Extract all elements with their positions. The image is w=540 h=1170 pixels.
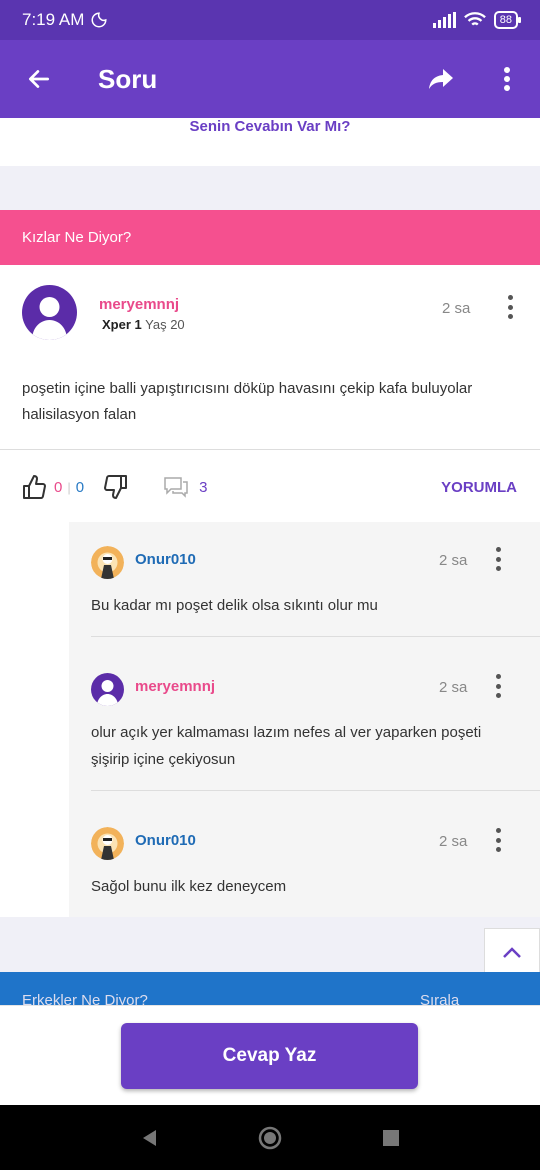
xper-level: Xper 1	[102, 317, 142, 332]
recents-square-icon[interactable]	[382, 1129, 400, 1147]
answer-author-name[interactable]: meryemnnj	[99, 296, 179, 313]
status-bar: 7:19 AM 88	[0, 0, 540, 40]
avatar[interactable]	[91, 827, 124, 860]
comment-more-button[interactable]	[488, 671, 508, 701]
comment-time: 2 sa	[439, 679, 468, 696]
moon-icon	[91, 12, 107, 28]
comment-author-name[interactable]: Onur010	[135, 832, 196, 849]
share-button[interactable]	[408, 40, 474, 118]
comment-text: olur açık yer kalmaması lazım nefes al v…	[91, 724, 482, 768]
answer-prompt-block: Senin Cevabın Var Mı?	[0, 118, 540, 166]
battery-indicator: 88	[493, 11, 522, 29]
signal-icon	[432, 12, 456, 28]
arrow-left-icon	[28, 70, 50, 88]
comment-more-button[interactable]	[488, 544, 508, 574]
scroll-to-top-button[interactable]	[484, 928, 540, 978]
comments-count: 3	[199, 478, 208, 496]
system-navigation-bar	[0, 1105, 540, 1170]
avatar-image-icon	[91, 546, 124, 579]
write-answer-button[interactable]: Cevap Yaz	[121, 1023, 418, 1089]
like-count: 0	[54, 478, 63, 496]
comment-text: Sağol bunu ilk kez deneycem	[91, 878, 287, 895]
more-vertical-icon	[504, 67, 510, 91]
reply-button[interactable]: YORUMLA	[441, 479, 517, 496]
share-icon	[429, 69, 453, 89]
comment-author-name[interactable]: Onur010	[135, 551, 196, 568]
comments-list: Onur010 2 sa Bu kadar mı poşet delik ols…	[69, 522, 540, 917]
divider	[91, 790, 540, 791]
comment-author-name[interactable]: meryemnnj	[135, 678, 215, 695]
divider	[0, 449, 540, 450]
dislike-count: 0	[75, 478, 85, 496]
avatar[interactable]	[91, 546, 124, 579]
thumbs-down-icon[interactable]	[104, 474, 128, 500]
comments-icon[interactable]	[163, 476, 189, 498]
avatar[interactable]	[22, 285, 77, 340]
answer-actions: 0 | 0 3 YORUMLA	[22, 472, 522, 502]
count-separator: |	[67, 479, 71, 495]
thumbs-up-icon[interactable]	[22, 474, 46, 500]
comment-text: Bu kadar mı poşet delik olsa sıkıntı olu…	[91, 597, 378, 614]
comment-time: 2 sa	[439, 833, 468, 850]
answer-card: meryemnnj Xper 1 Yaş 20 2 sa poşetin içi…	[0, 265, 540, 917]
divider	[91, 636, 540, 637]
home-circle-icon[interactable]	[258, 1126, 282, 1150]
user-silhouette-icon	[97, 680, 118, 706]
chevron-up-icon	[503, 947, 521, 958]
bottom-action-bar: Cevap Yaz	[0, 1005, 540, 1105]
girls-section-header: Kızlar Ne Diyor?	[0, 210, 540, 265]
page-title: Soru	[98, 63, 158, 94]
wifi-icon	[463, 12, 486, 26]
avatar[interactable]	[91, 673, 124, 706]
answer-prompt-link[interactable]: Senin Cevabın Var Mı?	[190, 118, 351, 135]
back-button[interactable]	[0, 40, 78, 118]
comment-more-button[interactable]	[488, 825, 508, 855]
author-age: Yaş 20	[145, 317, 185, 332]
answer-time: 2 sa	[442, 300, 471, 317]
avatar-image-icon	[91, 827, 124, 860]
back-triangle-icon[interactable]	[140, 1128, 158, 1148]
status-time: 7:19 AM	[22, 10, 85, 29]
comment-time: 2 sa	[439, 552, 468, 569]
user-silhouette-icon	[32, 297, 67, 340]
answer-text: poşetin içine balli yapıştırıcısını dökü…	[22, 380, 473, 423]
more-options-button[interactable]	[474, 40, 540, 118]
answer-author-meta: Xper 1 Yaş 20	[102, 317, 185, 332]
answer-more-button[interactable]	[500, 292, 520, 322]
app-bar: Soru	[0, 40, 540, 118]
